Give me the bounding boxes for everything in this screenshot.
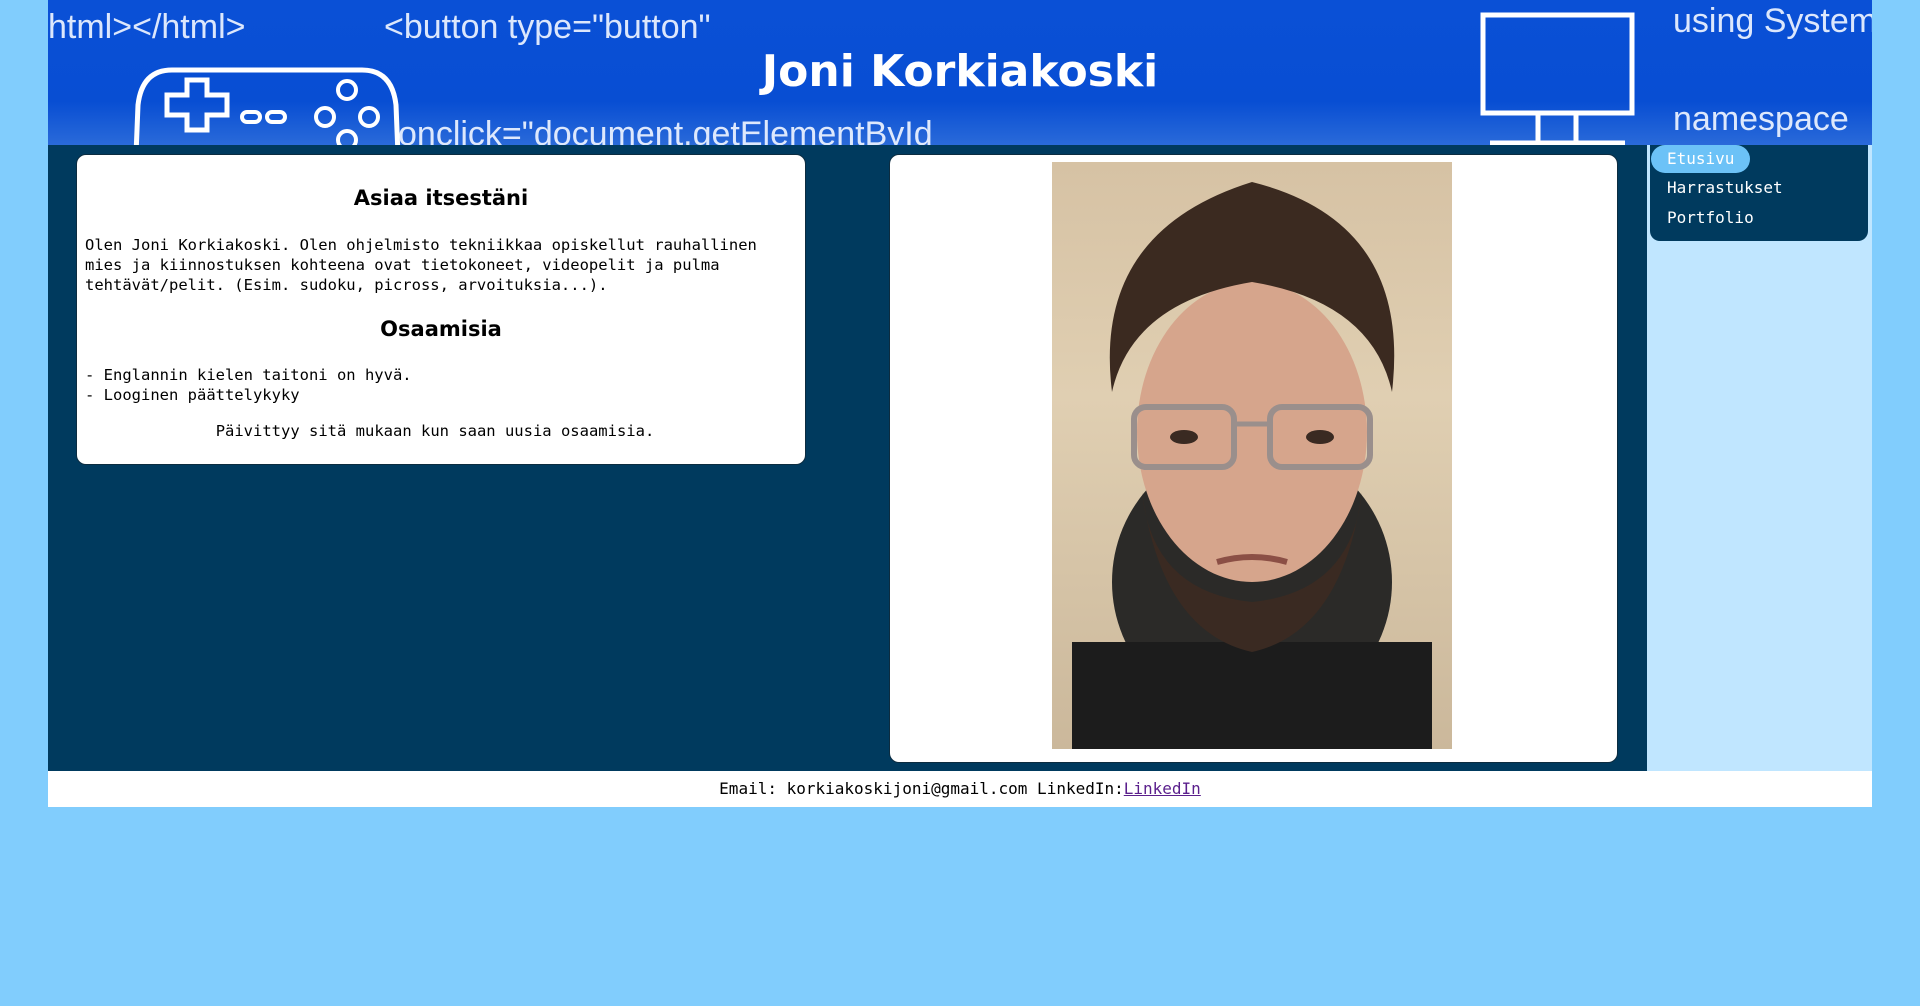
banner-code-text: html></html> [48,8,246,46]
side-navigation: Etusivu Harrastukset Portfolio [1647,145,1872,771]
footer: Email: korkiakoskijoni@gmail.com LinkedI… [48,771,1872,807]
footer-contact-text: Email: korkiakoskijoni@gmail.com LinkedI… [719,779,1124,798]
photo-card [889,154,1618,763]
banner-code-text: onclick="document.getElementById [398,115,933,145]
banner-code-text: <button type="button" [384,8,711,46]
main-content: Asiaa itsestäni Olen Joni Korkiakoski. O… [48,145,1872,771]
about-text: Olen Joni Korkiakoski. Olen ohjelmisto t… [85,236,757,294]
banner-code-text: using System [1673,2,1872,40]
nav-item-harrastukset[interactable]: Harrastukset [1651,174,1799,202]
about-heading: Asiaa itsestäni [353,186,529,210]
header-banner: html></html> <button type="button" oncli… [48,0,1872,145]
skills-heading: Osaamisia [380,317,502,341]
update-note: Päivittyy sitä mukaan kun saan uusia osa… [215,422,655,440]
site-container: html></html> <button type="button" oncli… [48,0,1872,807]
banner-code-text: namespace [1673,100,1849,138]
skill-item: - Looginen päättelykyky [85,386,300,404]
skill-item: - Englannin kielen taitoni on hyvä. [85,366,412,384]
site-title: Joni Korkiakoski [761,46,1159,97]
nav-menu: Etusivu Harrastukset Portfolio [1650,145,1868,241]
about-card: Asiaa itsestäni Olen Joni Korkiakoski. O… [76,154,806,465]
nav-item-etusivu[interactable]: Etusivu [1651,145,1751,173]
profile-photo [1052,162,1452,749]
linkedin-link[interactable]: LinkedIn [1124,779,1201,798]
nav-item-portfolio[interactable]: Portfolio [1651,204,1770,232]
